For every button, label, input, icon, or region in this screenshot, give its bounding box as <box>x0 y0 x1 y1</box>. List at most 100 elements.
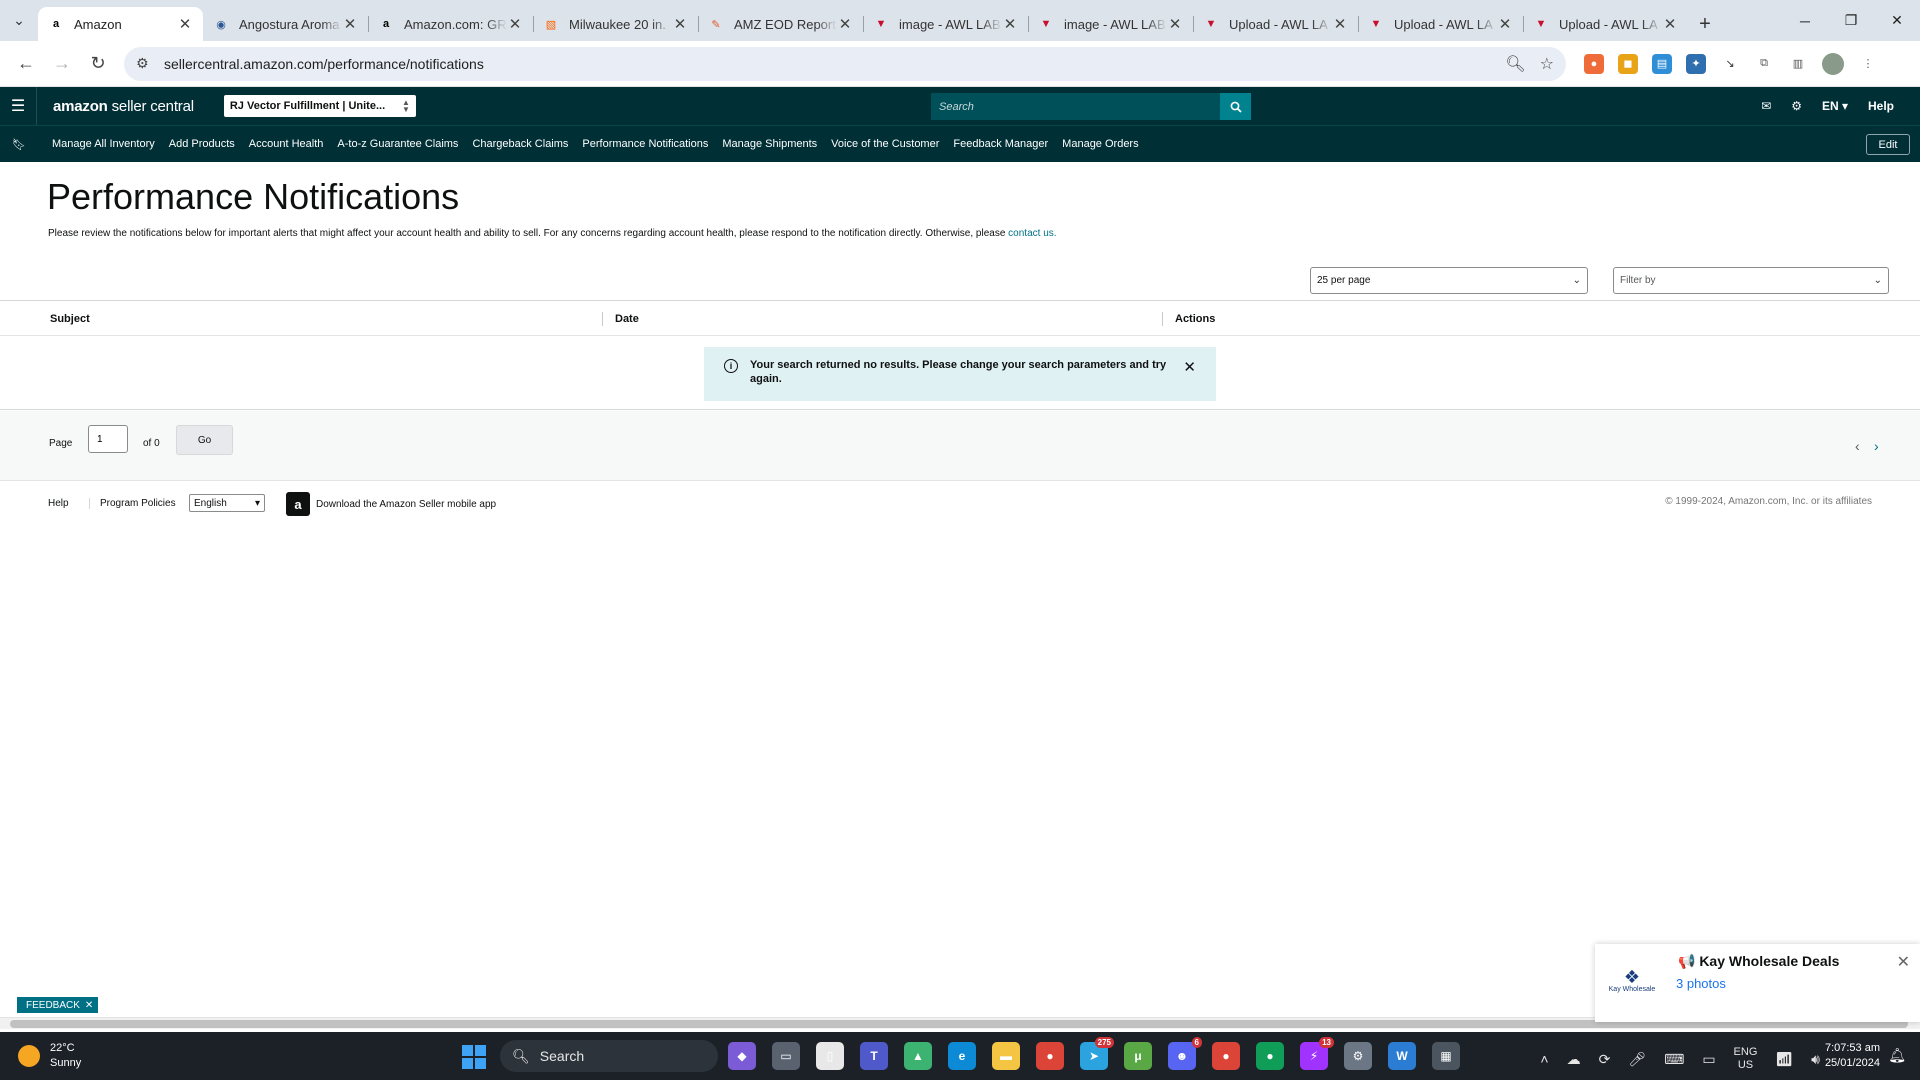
browser-menu-icon[interactable]: ⋮ <box>1858 53 1878 74</box>
extension-5-icon[interactable]: ↘ <box>1720 53 1740 74</box>
browser-tab[interactable]: ▼ image - AWL LAB ✕ <box>863 7 1028 41</box>
help-link[interactable]: Help <box>1868 99 1894 113</box>
speaker-icon[interactable]: 🔊︎ <box>1811 1051 1820 1068</box>
nav-item-account-health[interactable]: Account Health <box>249 138 324 150</box>
chrome-profile-icon[interactable]: ● <box>1212 1042 1240 1070</box>
extension-2-icon[interactable]: ◼ <box>1618 53 1638 74</box>
page-number-input[interactable] <box>88 425 128 453</box>
mail-icon[interactable]: ✉ <box>1761 99 1771 113</box>
column-date[interactable]: Date <box>602 312 639 326</box>
nav-item-manage-orders[interactable]: Manage Orders <box>1062 138 1138 150</box>
extension-1-icon[interactable]: ● <box>1584 53 1604 74</box>
file-icon[interactable]: ▯ <box>816 1042 844 1070</box>
onedrive-icon[interactable]: ☁ <box>1567 1051 1581 1068</box>
reload-icon[interactable]: ↻ <box>80 46 116 82</box>
edit-bookmarks-button[interactable]: Edit <box>1866 134 1910 155</box>
filter-dropdown[interactable]: Filter by ⌄ <box>1613 267 1889 294</box>
chevron-right-icon[interactable]: › <box>1874 438 1879 454</box>
bluestacks-icon[interactable]: ▲ <box>904 1042 932 1070</box>
toast-notification[interactable]: ❖ Kay Wholesale 📢 Kay Wholesale Deals 3 … <box>1595 944 1920 1022</box>
side-panel-icon[interactable]: ▥ <box>1788 53 1808 74</box>
telegram-icon[interactable]: ➤ 275 <box>1080 1037 1114 1070</box>
extension-4-icon[interactable]: ✦ <box>1686 53 1706 74</box>
extensions-puzzle-icon[interactable]: ⧉ <box>1754 53 1774 74</box>
discord-icon[interactable]: ☻ 6 <box>1168 1037 1202 1070</box>
seller-central-logo[interactable]: amazon seller central <box>36 87 224 125</box>
weather-widget[interactable]: 22°C Sunny <box>18 1041 81 1071</box>
search-icon[interactable] <box>1220 93 1251 120</box>
back-arrow-icon[interactable]: ← <box>8 46 44 82</box>
browser-tab[interactable]: a Amazon ✕ <box>38 7 203 41</box>
browser-tab[interactable]: ◉ Angostura Aroma ✕ <box>203 7 368 41</box>
display-icon[interactable]: ▭ <box>1702 1051 1715 1068</box>
browser-tab[interactable]: a Amazon.com: GR ✕ <box>368 7 533 41</box>
address-bar[interactable]: ⚙ sellercentral.amazon.com/performance/n… <box>124 46 1566 81</box>
notification-photos-link[interactable]: 3 photos <box>1676 976 1726 991</box>
microphone-icon[interactable]: 🎤︎ <box>1628 1051 1646 1068</box>
nav-item-add-products[interactable]: Add Products <box>169 138 235 150</box>
program-policies-link[interactable]: Program Policies <box>89 498 176 509</box>
calculator-icon[interactable]: ▦ <box>1432 1042 1460 1070</box>
close-window-icon[interactable]: ✕ <box>1874 0 1920 41</box>
footer-help-link[interactable]: Help <box>48 498 69 509</box>
sync-icon[interactable]: ⟳ <box>1599 1051 1611 1068</box>
edge-icon[interactable]: e <box>948 1042 976 1070</box>
footer-language-select[interactable]: English ▾ <box>189 494 265 512</box>
feedback-tab[interactable]: FEEDBACK ✕ <box>17 997 99 1013</box>
teams-icon[interactable]: T <box>860 1042 888 1070</box>
close-icon[interactable]: ✕ <box>1897 952 1910 972</box>
browser-tab[interactable]: ✎ AMZ EOD Report ✕ <box>698 7 863 41</box>
hamburger-menu-icon[interactable]: ☰ <box>0 96 36 116</box>
go-button[interactable]: Go <box>176 425 233 455</box>
site-info-icon[interactable]: ⚙ <box>136 55 156 72</box>
column-subject[interactable]: Subject <box>50 301 90 336</box>
account-switcher[interactable]: RJ Vector Fulfillment | Unite... ▲ ▼ <box>223 95 416 117</box>
messenger-icon[interactable]: ⚡ 13 <box>1300 1037 1334 1070</box>
nav-item-manage-all-inventory[interactable]: Manage All Inventory <box>52 138 155 150</box>
browser-tab[interactable]: ▧ Milwaukee 20 in. ✕ <box>533 7 698 41</box>
close-tab-icon[interactable]: ✕ <box>1332 15 1348 33</box>
task-view-icon[interactable]: ▭ <box>772 1042 800 1070</box>
taskbar-search[interactable]: 🔍︎ Search <box>500 1040 718 1072</box>
language-selector[interactable]: EN ▾ <box>1822 99 1848 113</box>
chrome-active-icon[interactable]: ● <box>1256 1042 1284 1070</box>
browser-tab[interactable]: ▼ Upload - AWL LA ✕ <box>1523 7 1688 41</box>
gear-icon[interactable]: ⚙ <box>1791 99 1802 113</box>
profile-avatar[interactable] <box>1822 52 1844 75</box>
word-icon[interactable]: W <box>1388 1042 1416 1070</box>
utorrent-icon[interactable]: μ <box>1124 1042 1152 1070</box>
bookmark-star-icon[interactable]: ☆ <box>1540 54 1554 74</box>
close-tab-icon[interactable]: ✕ <box>672 15 688 33</box>
chevron-left-icon[interactable]: ‹ <box>1855 438 1860 454</box>
extension-3-icon[interactable]: ▤ <box>1652 53 1672 74</box>
clock[interactable]: 7:07:53 am 25/01/2024 <box>1825 1041 1880 1071</box>
windows-start-icon[interactable] <box>462 1045 486 1069</box>
copilot-icon[interactable]: ◆ <box>728 1042 756 1070</box>
close-tab-icon[interactable]: ✕ <box>177 15 193 33</box>
restore-icon[interactable]: ❐ <box>1828 0 1874 41</box>
nav-item-voice-of-the-customer[interactable]: Voice of the Customer <box>831 138 939 150</box>
close-tab-icon[interactable]: ✕ <box>837 15 853 33</box>
chevron-up-icon[interactable]: ˄ <box>1540 1051 1548 1067</box>
input-language[interactable]: ENG US <box>1734 1046 1758 1072</box>
new-tab-plus-icon[interactable]: + <box>1688 7 1722 41</box>
close-tab-icon[interactable]: ✕ <box>1002 15 1018 33</box>
search-input[interactable]: Search <box>931 93 1220 120</box>
settings-icon[interactable]: ⚙ <box>1344 1042 1372 1070</box>
nav-item-performance-notifications[interactable]: Performance Notifications <box>582 138 708 150</box>
forward-arrow-icon[interactable]: → <box>44 46 80 82</box>
close-tab-icon[interactable]: ✕ <box>342 15 358 33</box>
browser-tab[interactable]: ▼ image - AWL LAB ✕ <box>1028 7 1193 41</box>
bookmark-icon[interactable]: 🔖︎ <box>0 138 38 151</box>
close-tab-icon[interactable]: ✕ <box>1167 15 1183 33</box>
url-text[interactable]: sellercentral.amazon.com/performance/not… <box>156 56 1505 72</box>
nav-item-manage-shipments[interactable]: Manage Shipments <box>722 138 817 150</box>
nav-item-chargeback-claims[interactable]: Chargeback Claims <box>472 138 568 150</box>
file-explorer-icon[interactable]: ▬ <box>992 1042 1020 1070</box>
wifi-icon[interactable]: 📶︎ <box>1775 1051 1793 1068</box>
close-icon[interactable]: ✕ <box>1183 358 1196 376</box>
zoom-icon[interactable]: 🔍︎ <box>1505 54 1525 74</box>
minimize-icon[interactable]: ─ <box>1782 0 1828 41</box>
chrome-icon[interactable]: ● <box>1036 1042 1064 1070</box>
browser-tab[interactable]: ▼ Upload - AWL LA ✕ <box>1358 7 1523 41</box>
